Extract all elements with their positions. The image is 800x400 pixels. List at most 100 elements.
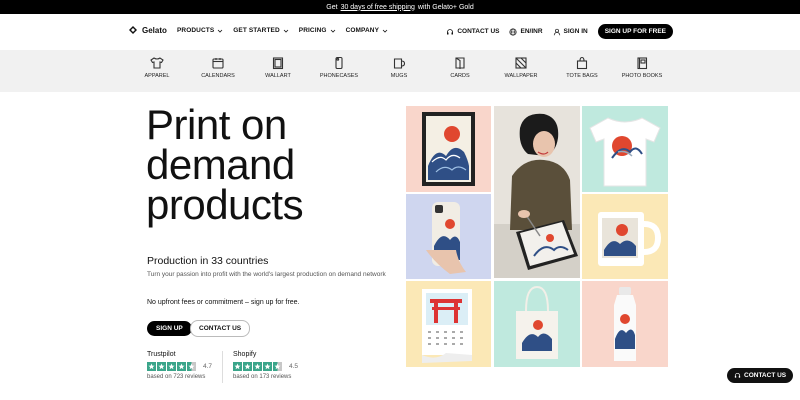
hero-title: Print on demand products (146, 104, 304, 228)
category-label: WALLPAPER (504, 73, 538, 79)
category-label: PHOTO BOOKS (621, 73, 663, 79)
rating-trustpilot[interactable]: Trustpilot 4.7 based on 723 reviews (147, 351, 212, 380)
hero-subhead: Production in 33 countries (147, 255, 269, 267)
headset-icon (447, 28, 454, 34)
nav-pricing-label: PRICING (298, 27, 327, 34)
logo-text: Gelato (142, 25, 167, 35)
headset-icon (734, 372, 741, 378)
hero-title-line: products (146, 181, 304, 228)
nav-get-started[interactable]: GET STARTED (233, 27, 289, 34)
star-icon (243, 362, 252, 371)
nav-products-label: PRODUCTS (177, 27, 215, 34)
tile-phone-case (406, 194, 491, 279)
nav-products[interactable]: PRODUCTS (177, 27, 223, 34)
nav-get-started-label: GET STARTED (233, 27, 280, 34)
card-icon (455, 57, 465, 69)
chevron-down-icon (382, 29, 388, 33)
floating-contact-label: CONTACT US (744, 372, 787, 379)
announcement-prefix: Get (326, 3, 338, 11)
tote-bag-image (516, 285, 558, 359)
nav-right: CONTACT US EN/INR SIGN IN SIGN UP FOR FR… (446, 24, 673, 39)
category-label: TOTE BAGS (566, 73, 598, 79)
star-rating: 4.5 (233, 362, 298, 371)
user-icon (553, 28, 560, 35)
category-wallart[interactable]: WALLART (248, 56, 308, 79)
frame-icon (272, 57, 284, 70)
rating-shopify[interactable]: Shopify 4.5 based on 173 reviews (233, 351, 298, 380)
category-mugs[interactable]: MUGS (369, 56, 429, 79)
rating-source: Trustpilot (147, 351, 176, 358)
calendar-image (422, 289, 472, 363)
star-icon (167, 362, 176, 371)
nav-company[interactable]: COMPANY (346, 27, 388, 34)
floating-contact-button[interactable]: CONTACT US (727, 368, 794, 383)
half-star-icon (273, 362, 282, 371)
no-fee-note: No upfront fees or commitment – sign up … (147, 299, 300, 306)
star-icon (233, 362, 242, 371)
rating-reviews: based on 723 reviews (147, 374, 206, 380)
sign-in-label: SIGN IN (563, 28, 588, 35)
category-label: CALENDARS (201, 73, 235, 79)
gelato-logo-icon (129, 26, 137, 34)
category-bar: APPAREL CALENDARS WALLART PHONECASES MUG… (0, 50, 800, 92)
nav-company-label: COMPANY (345, 27, 380, 34)
contact-us-button[interactable]: CONTACT US (190, 320, 251, 337)
sign-up-button[interactable]: SIGN UP (147, 321, 192, 336)
sign-up-for-free-button[interactable]: SIGN UP FOR FREE (597, 24, 673, 39)
star-icon (147, 362, 156, 371)
category-apparel[interactable]: APPAREL (127, 56, 187, 79)
tile-calendar (406, 281, 491, 367)
star-icon (253, 362, 262, 371)
phone-case-image (426, 202, 466, 274)
category-label: CARDS (450, 73, 470, 79)
tshirt-image (589, 117, 661, 187)
tote-bag-icon (576, 56, 588, 70)
announcement-bar: Get 30 days of free shipping with Gelato… (0, 0, 800, 14)
chevron-down-icon (217, 29, 223, 33)
rating-score: 4.7 (203, 363, 213, 370)
announcement-suffix: with Gelato+ Gold (417, 3, 474, 11)
category-calendars[interactable]: CALENDARS (188, 56, 248, 79)
contact-us-label: CONTACT US (457, 28, 500, 35)
tshirt-icon (150, 57, 164, 69)
nav-links: PRODUCTS GET STARTED PRICING COMPANY (177, 27, 388, 34)
category-label: PHONECASES (319, 73, 359, 79)
tile-bottle (582, 281, 668, 367)
category-label: MUGS (390, 73, 408, 79)
logo[interactable]: Gelato (128, 25, 167, 35)
locale-selector[interactable]: EN/INR (509, 27, 543, 36)
category-cards[interactable]: CARDS (430, 56, 490, 79)
hero-title-line: demand (146, 141, 295, 188)
calendar-icon (212, 58, 224, 69)
photo-book-icon (637, 57, 648, 70)
rating-reviews: based on 173 reviews (233, 374, 292, 380)
bottle-image (614, 287, 636, 361)
tile-tote-bag (494, 281, 580, 367)
category-photo-books[interactable]: PHOTO BOOKS (612, 56, 672, 79)
framed-print-image (422, 112, 475, 186)
tile-artist-drawing (494, 106, 580, 278)
ratings-divider (222, 351, 223, 383)
announcement-link[interactable]: 30 days of free shipping (341, 4, 415, 11)
tile-framed-print (406, 106, 491, 192)
globe-icon (509, 27, 518, 36)
rating-source: Shopify (233, 351, 257, 358)
star-icon (157, 362, 166, 371)
nav-pricing[interactable]: PRICING (299, 27, 336, 34)
artist-photo-image (494, 106, 580, 278)
category-label: WALLART (265, 73, 291, 79)
star-icon (263, 362, 272, 371)
contact-us-link[interactable]: CONTACT US (446, 28, 499, 36)
star-icon (177, 362, 186, 371)
rating-score: 4.5 (289, 363, 299, 370)
main-nav: Gelato PRODUCTS GET STARTED PRICING COMP… (0, 14, 800, 50)
half-star-icon (187, 362, 196, 371)
tile-tshirt (582, 106, 668, 192)
chevron-down-icon (330, 29, 335, 33)
category-tote-bags[interactable]: TOTE BAGS (552, 56, 612, 79)
category-phonecases[interactable]: PHONECASES (309, 56, 369, 79)
wallpaper-icon (515, 57, 527, 69)
category-wallpaper[interactable]: WALLPAPER (491, 56, 551, 79)
phone-case-icon (335, 56, 343, 70)
sign-in-link[interactable]: SIGN IN (553, 28, 588, 36)
